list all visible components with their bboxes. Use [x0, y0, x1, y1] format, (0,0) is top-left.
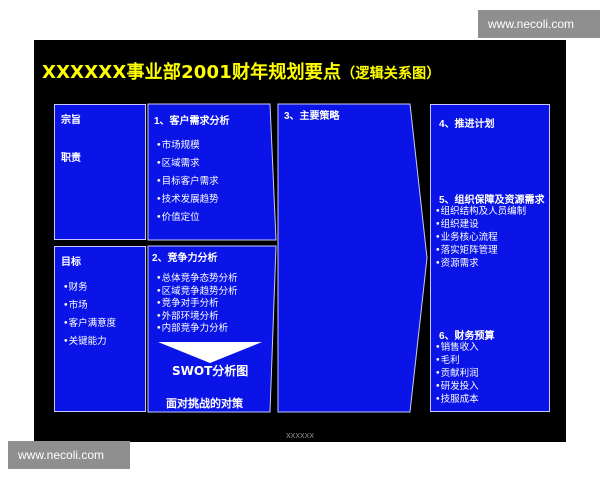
competition-item: •总体竞争态势分析: [156, 273, 238, 284]
swot-label: SWOT分析图: [172, 364, 249, 378]
budget-item: •贡献利润: [435, 368, 479, 379]
budget-list: •销售收入 •毛利 •贡献利润 •研发投入 •技服成本: [435, 341, 479, 406]
plan-title: 4、推进计划: [439, 119, 495, 130]
customer-item: •区域需求: [156, 158, 200, 169]
org-item: •组织建设: [435, 219, 479, 230]
budget-title: 6、财务预算: [439, 331, 495, 342]
competition-item: •区域竞争趋势分析: [156, 285, 238, 297]
strategy-title: 3、主要策略: [284, 111, 340, 122]
budget-item: •销售收入: [435, 342, 479, 353]
org-item: •组织结构及人员编制: [435, 206, 527, 217]
competition-item: •内部竞争力分析: [156, 323, 229, 334]
customer-title: 1、客户需求分析: [154, 116, 230, 127]
watermark-top: www.necoli.com: [478, 10, 600, 38]
competition-list: •总体竞争态势分析 •区域竞争趋势分析 •竞争对手分析 •外部环境分析 •内部竞…: [156, 273, 238, 336]
watermark-bottom: www.necoli.com: [8, 441, 130, 469]
org-item: •资源需求: [435, 258, 479, 269]
customer-item: •技术发展趋势: [156, 194, 219, 205]
org-title: 5、组织保障及资源需求: [439, 195, 545, 206]
slide-footer: XXXXXX: [285, 433, 314, 440]
org-item: •业务核心流程: [435, 232, 498, 243]
customer-item: •市场规模: [156, 140, 200, 151]
strategy-arrow-shape: [277, 103, 428, 413]
customer-list: •市场规模 •区域需求 •目标客户需求 •技术发展趋势 •价值定位: [156, 137, 219, 227]
budget-item: •研发投入: [435, 381, 479, 392]
competition-item: •外部环境分析: [156, 310, 219, 322]
org-list: •组织结构及人员编制 •组织建设 •业务核心流程 •落实矩阵管理 •资源需求: [435, 205, 526, 270]
competition-title: 2、竞争力分析: [152, 253, 218, 264]
customer-item: •目标客户需求: [156, 176, 219, 187]
slide: XXXXXX事业部2001财年规划要点（逻辑关系图） 宗旨 职责 目标 •财务 …: [34, 40, 566, 442]
customer-item: •价值定位: [156, 212, 200, 223]
competition-item: •竞争对手分析: [156, 298, 219, 309]
budget-item: •毛利: [435, 355, 460, 366]
plan-box: 4、推进计划 5、组织保障及资源需求 •组织结构及人员编制 •组织建设 •业务核…: [430, 104, 550, 412]
org-item: •落实矩阵管理: [435, 245, 498, 256]
response-label: 面对挑战的对策: [166, 397, 243, 410]
budget-item: •技服成本: [435, 394, 479, 405]
